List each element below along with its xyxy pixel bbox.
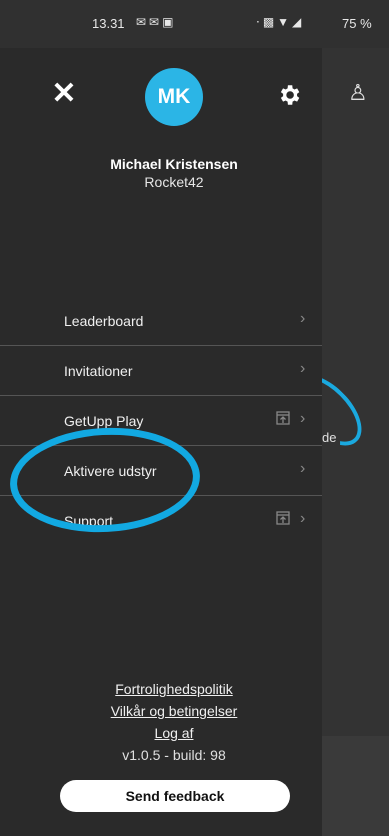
menu-item-leaderboard[interactable]: Leaderboard ›: [0, 296, 322, 346]
menu-item-label: Support: [64, 513, 114, 529]
chevron-right-icon: ›: [300, 410, 306, 427]
chevron-right-icon: ›: [300, 310, 306, 327]
menu-item-label: Invitationer: [64, 363, 133, 379]
logout-link[interactable]: Log af: [0, 722, 348, 744]
chevron-right-icon: ›: [300, 360, 306, 377]
notification-icons: ✉✉▣: [136, 15, 177, 29]
menu-item-getupp-play[interactable]: GetUpp Play ›: [0, 396, 322, 446]
close-icon[interactable]: ✕: [50, 79, 78, 109]
status-bar: 13.31 ✉✉▣ ⋅▩▼◢ 75 %: [0, 0, 389, 48]
avatar: MK: [145, 68, 203, 126]
avatar-initials: MK: [157, 85, 191, 108]
user-name: Michael Kristensen: [110, 156, 238, 172]
terms-link[interactable]: Vilkår og betingelser: [0, 700, 348, 722]
connectivity-icons: ⋅▩▼◢: [256, 15, 305, 29]
send-feedback-button[interactable]: Send feedback: [60, 780, 290, 812]
menu-item-label: GetUpp Play: [64, 413, 144, 429]
status-time: 13.31: [92, 16, 125, 31]
menu-item-label: Aktivere udstyr: [64, 463, 157, 479]
navigation-drawer: ✕ MK Michael Kristensen Rocket42 Leaderb…: [0, 0, 322, 836]
version-label: v1.0.5 - build: 98: [122, 747, 226, 763]
background-peek-text: de: [322, 430, 337, 445]
menu-item-invitationer[interactable]: Invitationer ›: [0, 346, 322, 396]
gear-icon[interactable]: [276, 82, 302, 108]
drawer-footer: Fortrolighedspolitik Vilkår og betingels…: [0, 678, 348, 766]
battery-level: 75 %: [342, 16, 372, 31]
external-link-icon: [276, 411, 290, 425]
menu-item-label: Leaderboard: [64, 313, 144, 329]
user-subtitle: Rocket42: [144, 174, 204, 190]
chevron-right-icon: ›: [300, 510, 306, 527]
chevron-right-icon: ›: [300, 460, 306, 477]
external-link-icon: [276, 511, 290, 525]
accessibility-person-icon: ♙: [348, 80, 368, 105]
drawer-menu: Leaderboard › Invitationer › GetUpp Play…: [0, 296, 322, 545]
menu-item-support[interactable]: Support ›: [0, 496, 322, 545]
menu-item-aktivere-udstyr[interactable]: Aktivere udstyr ›: [0, 446, 322, 496]
app-screen: ♙ de ✕ MK Michael Kristensen Rocket42 Le…: [0, 0, 389, 836]
privacy-policy-link[interactable]: Fortrolighedspolitik: [0, 678, 348, 700]
